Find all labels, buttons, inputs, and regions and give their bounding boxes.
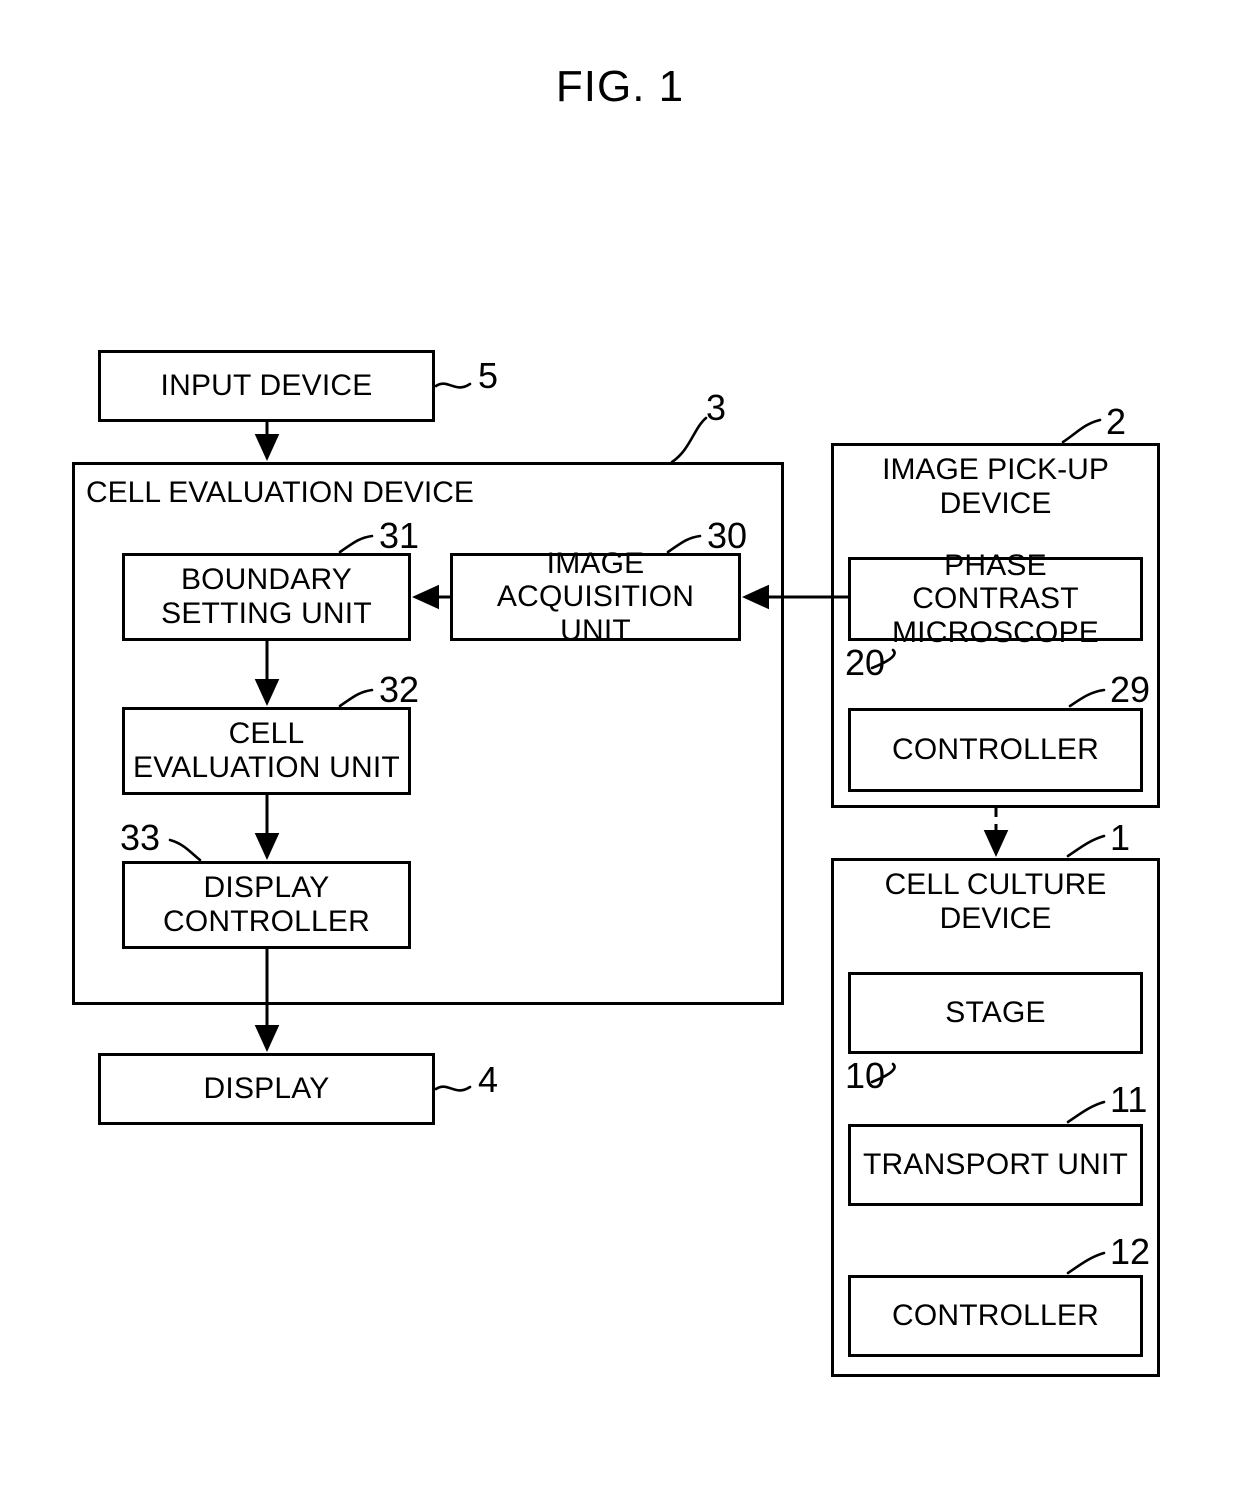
ref-numeral-3: 3 [706,387,727,428]
ref-numeral-10: 10 [845,1055,886,1096]
block-image-pickup-controller: CONTROLLER [848,708,1143,792]
block-cell-evaluation-unit: CELL EVALUATION UNIT [122,707,411,795]
block-transport-unit: TRANSPORT UNIT [848,1124,1143,1206]
block-cell-evaluation-unit-label: CELL EVALUATION UNIT [133,717,400,784]
block-display: DISPLAY [98,1053,435,1125]
ref-numeral-30: 30 [707,515,748,556]
container-cell-evaluation-device-label: CELL EVALUATION DEVICE [86,476,474,509]
block-display-controller-label: DISPLAY CONTROLLER [162,871,371,938]
ref-numeral-33: 33 [120,817,161,858]
block-display-controller: DISPLAY CONTROLLER [122,861,411,949]
block-stage: STAGE [848,972,1143,1054]
ref-numeral-29: 29 [1110,669,1151,710]
container-cell-culture-device-label: CELL CULTURE DEVICE [884,868,1107,935]
block-boundary-setting-unit-label: BOUNDARY SETTING UNIT [161,563,372,630]
figure-title: FIG. 1 [555,62,685,111]
leader-ref-1 [1066,834,1106,858]
leader-ref-5 [434,382,472,389]
ref-numeral-1: 1 [1110,817,1131,858]
block-input-device-label: INPUT DEVICE [160,369,373,403]
block-display-label: DISPLAY [203,1072,330,1106]
block-image-pickup-controller-label: CONTROLLER [891,733,1100,767]
figure-canvas: FIG. 1 INPUT DEVICE 5 CELL EVALUATION DE… [0,0,1240,1492]
block-phase-contrast-microscope: PHASE CONTRAST MICROSCOPE [848,549,1143,649]
container-image-pickup-device-label: IMAGE PICK-UP DEVICE [882,453,1109,520]
block-cell-culture-controller-label: CONTROLLER [891,1299,1100,1333]
block-boundary-setting-unit: BOUNDARY SETTING UNIT [122,553,411,641]
block-image-acquisition-unit-label: IMAGE ACQUISITION UNIT [496,546,695,647]
ref-numeral-12: 12 [1110,1231,1151,1272]
leader-ref-4 [434,1085,472,1092]
block-transport-unit-label: TRANSPORT UNIT [862,1148,1129,1182]
block-phase-contrast-microscope-label: PHASE CONTRAST MICROSCOPE [891,548,1100,649]
ref-numeral-20: 20 [845,642,886,683]
ref-numeral-4: 4 [478,1059,499,1100]
leader-ref-2 [1061,418,1102,444]
block-image-acquisition-unit: IMAGE ACQUISITION UNIT [450,547,741,647]
block-input-device: INPUT DEVICE [98,350,435,422]
ref-numeral-5: 5 [478,355,499,396]
ref-numeral-31: 31 [379,515,420,556]
block-stage-label: STAGE [945,996,1046,1030]
block-cell-culture-controller: CONTROLLER [848,1275,1143,1357]
leader-ref-3 [670,416,708,464]
ref-numeral-32: 32 [379,669,420,710]
ref-numeral-11: 11 [1110,1079,1148,1120]
ref-numeral-2: 2 [1106,401,1127,442]
